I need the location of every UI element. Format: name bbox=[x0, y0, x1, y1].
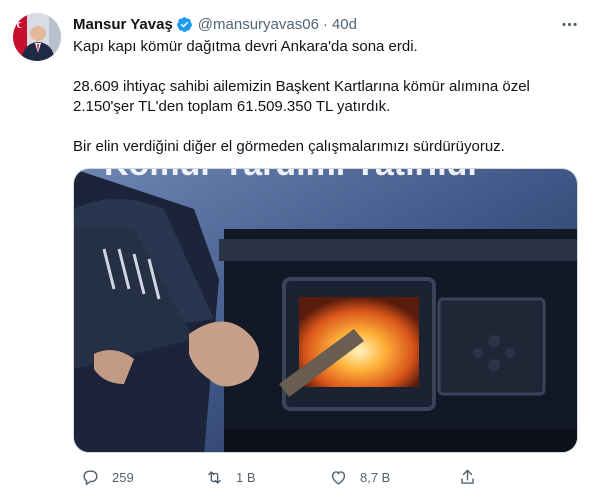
tweet-header: Mansur Yavaş @mansuryavas06 · 40d bbox=[73, 14, 357, 34]
tweet-text: Kapı kapı kömür dağıtma devri Ankara'da … bbox=[73, 37, 581, 157]
more-options-button[interactable] bbox=[557, 12, 581, 36]
heart-icon bbox=[329, 468, 348, 487]
image-overlay-text: Kömür Yardımı Yatırıldı bbox=[104, 169, 477, 183]
retweet-button[interactable]: 1 B bbox=[205, 468, 256, 487]
reply-button[interactable]: 259 bbox=[81, 468, 134, 487]
tweet-timestamp[interactable]: 40d bbox=[332, 16, 357, 33]
author-name[interactable]: Mansur Yavaş bbox=[73, 16, 173, 33]
more-options-icon bbox=[561, 22, 577, 26]
tweet[interactable]: Mansur Yavaş @mansuryavas06 · 40d Kapı k… bbox=[0, 0, 597, 498]
tweet-actions: 259 1 B 8,7 B bbox=[73, 462, 581, 492]
tweet-line: Kapı kapı kömür dağıtma devri Ankara'da … bbox=[73, 38, 418, 55]
tweet-media-image[interactable]: Kömür Yardımı Yatırıldı bbox=[73, 168, 578, 453]
verified-badge-icon bbox=[176, 16, 193, 33]
tweet-line: Bir elin verdiğini diğer el görmeden çal… bbox=[73, 138, 505, 155]
avatar-image bbox=[13, 13, 61, 61]
tweet-line: 28.609 ihtiyaç sahibi ailemizin Başkent … bbox=[73, 78, 530, 95]
share-icon bbox=[458, 468, 477, 487]
reply-count: 259 bbox=[112, 469, 134, 485]
reply-icon bbox=[81, 468, 100, 487]
like-count: 8,7 B bbox=[360, 469, 391, 485]
like-button[interactable]: 8,7 B bbox=[329, 468, 390, 487]
avatar[interactable] bbox=[13, 13, 61, 61]
retweet-icon bbox=[205, 468, 224, 487]
stove-photo: Kömür Yardımı Yatırıldı bbox=[74, 169, 577, 452]
retweet-count: 1 B bbox=[236, 469, 256, 485]
tweet-line: 2.150'şer TL'den toplam 61.509.350 TL ya… bbox=[73, 98, 391, 115]
author-handle[interactable]: @mansuryavas06 bbox=[198, 16, 319, 33]
separator-dot: · bbox=[322, 15, 328, 33]
share-button[interactable] bbox=[458, 468, 477, 487]
